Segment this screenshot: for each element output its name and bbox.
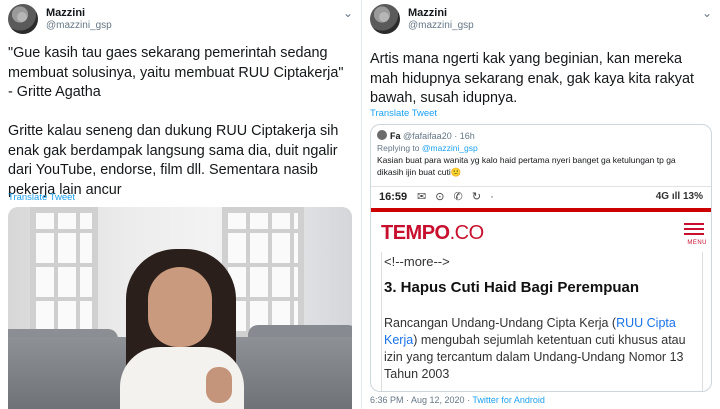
tweet-header: Mazzini @mazzini_gsp ⌄ [8, 4, 353, 38]
user-name[interactable]: Mazzini [408, 7, 447, 19]
status-right: 4G ıll 13% [655, 191, 703, 202]
person-face [148, 267, 212, 347]
tweet-text: Artis mana ngerti kak yang beginian, kan… [370, 51, 694, 106]
tweet-right: Mazzini @mazzini_gsp ⌄ Artis mana ngerti… [362, 0, 720, 409]
quoted-handle: @fafaifaa20 · 16h [403, 131, 475, 141]
tweet-header: Mazzini @mazzini_gsp ⌄ [370, 4, 712, 38]
tweet-text: "Gue kasih tau gaes sekarang pemerintah … [8, 45, 344, 198]
quoted-text: Kasian buat para wanita yg kalo haid per… [377, 155, 676, 177]
quoted-avatar [377, 130, 387, 140]
replying-handle: @mazzini_gsp [421, 143, 478, 153]
quoted-screenshot[interactable]: Fa @fafaifaa20 · 16h Replying to @mazzin… [370, 124, 712, 392]
avatar[interactable] [370, 4, 400, 34]
tempo-logo-text: TEMPO [381, 222, 450, 244]
tweet-video[interactable] [8, 207, 352, 409]
translate-tweet-link[interactable]: Translate Tweet [8, 192, 75, 203]
article-paragraph: Rancangan Undang-Undang Cipta Kerja (RUU… [384, 315, 696, 383]
tempo-logo-suffix: .CO [449, 222, 485, 244]
avatar[interactable] [8, 4, 38, 34]
menu-label: MENU [687, 240, 707, 246]
phone-status-bar: 16:59 ✉ ⊙ ✆ ↻ · 4G ıll 13% [371, 186, 711, 208]
window-left [30, 207, 98, 337]
tweet-meta: 6:36 PM · Aug 12, 2020 · Twitter for And… [370, 395, 545, 405]
person-hand [206, 367, 232, 403]
article-body: <!--more--> 3. Hapus Cuti Haid Bagi Pere… [381, 252, 703, 391]
replying-prefix: Replying to [377, 143, 422, 153]
article-heading: 3. Hapus Cuti Haid Bagi Perempuan [384, 279, 640, 296]
article-text-after: ) mengubah sejumlah ketentuan cuti khusu… [384, 333, 686, 381]
status-time: 16:59 [379, 191, 408, 203]
tempo-logo: TEMPO.CO [381, 222, 484, 245]
site-header: TEMPO.CO MENU [371, 212, 711, 252]
article-text-before: Rancangan Undang-Undang Cipta Kerja ( [384, 316, 617, 330]
more-tag: <!--more--> [384, 254, 450, 269]
quoted-name: Fa [390, 131, 401, 141]
translate-tweet-link[interactable]: Translate Tweet [370, 108, 437, 119]
quoted-header: Fa @fafaifaa20 · 16h [377, 130, 475, 141]
tweet-timestamp[interactable]: 6:36 PM · Aug 12, 2020 · [370, 395, 472, 405]
status-icons: ✉ ⊙ ✆ ↻ · [417, 191, 497, 203]
tweet-left: Mazzini @mazzini_gsp ⌄ "Gue kasih tau ga… [0, 0, 362, 409]
chevron-down-icon[interactable]: ⌄ [702, 6, 712, 20]
replying-to: Replying to @mazzini_gsp [377, 143, 478, 153]
user-handle[interactable]: @mazzini_gsp [46, 20, 112, 31]
user-name[interactable]: Mazzini [46, 7, 85, 19]
chevron-down-icon[interactable]: ⌄ [343, 6, 353, 20]
tweet-source[interactable]: Twitter for Android [472, 395, 545, 405]
user-handle[interactable]: @mazzini_gsp [408, 20, 474, 31]
